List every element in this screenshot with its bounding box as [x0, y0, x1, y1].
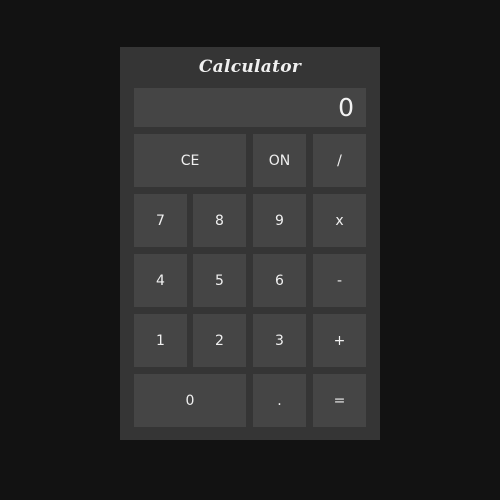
- decimal-button[interactable]: .: [253, 374, 306, 427]
- add-button[interactable]: +: [313, 314, 366, 367]
- subtract-button[interactable]: -: [313, 254, 366, 307]
- equals-button[interactable]: =: [313, 374, 366, 427]
- divide-button[interactable]: /: [313, 134, 366, 187]
- digit-7-button[interactable]: 7: [134, 194, 187, 247]
- calculator-display: 0: [134, 88, 366, 127]
- digit-3-button[interactable]: 3: [253, 314, 306, 367]
- clear-entry-button[interactable]: CE: [134, 134, 246, 187]
- digit-8-button[interactable]: 8: [193, 194, 246, 247]
- on-button[interactable]: ON: [253, 134, 306, 187]
- calculator-title: Calculator: [198, 57, 302, 77]
- digit-6-button[interactable]: 6: [253, 254, 306, 307]
- multiply-button[interactable]: x: [313, 194, 366, 247]
- digit-1-button[interactable]: 1: [134, 314, 187, 367]
- digit-2-button[interactable]: 2: [193, 314, 246, 367]
- digit-9-button[interactable]: 9: [253, 194, 306, 247]
- digit-5-button[interactable]: 5: [193, 254, 246, 307]
- digit-4-button[interactable]: 4: [134, 254, 187, 307]
- calculator-panel: Calculator 0 CE ON / 7 8 9 x 4 5 6 - 1 2…: [120, 47, 380, 440]
- digit-0-button[interactable]: 0: [134, 374, 246, 427]
